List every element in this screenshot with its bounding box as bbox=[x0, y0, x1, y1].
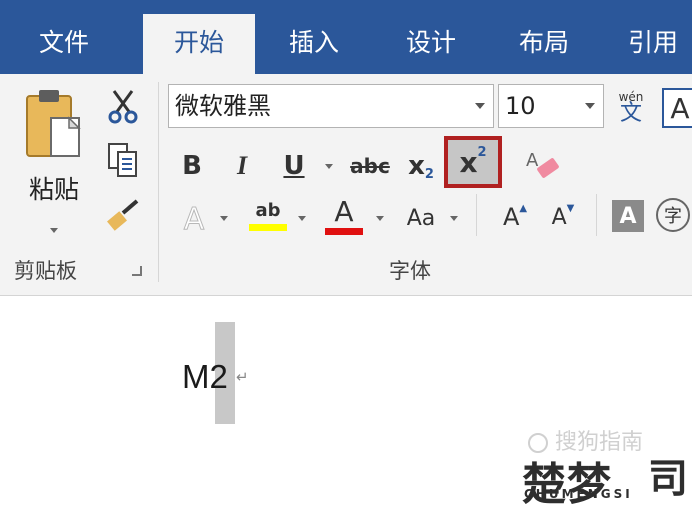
chevron-down-icon[interactable] bbox=[585, 103, 595, 109]
change-case-button[interactable]: Aa bbox=[400, 198, 442, 238]
bold-glyph: B bbox=[182, 151, 202, 181]
shrink-font-button[interactable]: A ▼ bbox=[546, 196, 580, 238]
tab-layout[interactable]: 布局 bbox=[498, 14, 590, 74]
text-effects-dropdown-arrow[interactable] bbox=[220, 216, 228, 221]
clear-formatting-button[interactable]: A bbox=[522, 144, 564, 186]
highlight-color-bar bbox=[249, 223, 287, 231]
subscript-base: x bbox=[408, 151, 425, 181]
ribbon-home: 粘贴 剪贴板 微软雅黑 10 wén 文 A B I U abc x 2 x 2… bbox=[0, 74, 692, 296]
highlight-glyph: ab bbox=[255, 199, 281, 221]
font-size-combobox[interactable]: 10 bbox=[498, 84, 604, 128]
change-case-glyph: Aa bbox=[406, 205, 436, 231]
paintbrush-icon bbox=[107, 199, 139, 231]
change-case-dropdown-arrow[interactable] bbox=[450, 216, 458, 221]
enclose-characters-button[interactable]: 字 bbox=[656, 198, 690, 232]
clipboard-icon bbox=[26, 90, 81, 157]
subscript-mark: 2 bbox=[424, 166, 434, 182]
grow-font-button[interactable]: A ▲ bbox=[498, 196, 532, 238]
italic-button[interactable]: I bbox=[226, 146, 258, 186]
tab-design[interactable]: 设计 bbox=[385, 14, 477, 74]
font-name-value: 微软雅黑 bbox=[175, 92, 271, 120]
character-shading-button[interactable]: A bbox=[612, 200, 644, 232]
tab-file[interactable]: 文件 bbox=[18, 14, 110, 74]
superscript-base: x bbox=[459, 145, 478, 179]
watermark-logo-sub: CHUMENGSI bbox=[524, 487, 633, 501]
font-size-value: 10 bbox=[505, 92, 536, 120]
font-color-dropdown-arrow[interactable] bbox=[376, 216, 384, 221]
clipboard-dialog-launcher-icon[interactable] bbox=[132, 266, 142, 276]
group-divider bbox=[158, 82, 159, 282]
group-divider bbox=[476, 194, 477, 236]
caret-up-icon: ▲ bbox=[519, 202, 528, 214]
grow-font-glyph: A bbox=[502, 203, 520, 231]
caret-down-icon: ▼ bbox=[566, 202, 575, 214]
tab-home[interactable]: 开始 bbox=[143, 14, 255, 74]
paste-button[interactable]: 粘贴 bbox=[12, 86, 96, 256]
text-effects-glyph: A bbox=[183, 201, 205, 237]
highlight-button[interactable]: ab bbox=[246, 194, 290, 238]
phonetic-guide-char: 文 bbox=[619, 101, 642, 126]
clipboard-group-label: 剪贴板 bbox=[14, 259, 77, 283]
copy-icon bbox=[108, 143, 137, 177]
bold-button[interactable]: B bbox=[176, 146, 208, 186]
font-name-combobox[interactable]: 微软雅黑 bbox=[168, 84, 494, 128]
highlight-dropdown-arrow[interactable] bbox=[298, 216, 306, 221]
tab-insert[interactable]: 插入 bbox=[268, 14, 360, 74]
document-text[interactable]: M2 bbox=[182, 358, 228, 396]
character-border-glyph: A bbox=[670, 91, 690, 125]
character-shading-glyph: A bbox=[619, 203, 637, 229]
superscript-button[interactable]: x 2 bbox=[444, 136, 502, 188]
paragraph-mark: ↵ bbox=[236, 368, 249, 386]
eraser-icon: A bbox=[526, 150, 559, 178]
font-color-bar bbox=[325, 227, 363, 235]
tab-references[interactable]: 引用 bbox=[616, 14, 692, 74]
shrink-font-glyph: A bbox=[551, 204, 567, 230]
chevron-down-icon[interactable] bbox=[475, 103, 485, 109]
strikethrough-glyph: abc bbox=[350, 154, 390, 178]
strikethrough-button[interactable]: abc bbox=[346, 146, 394, 186]
phonetic-guide-button[interactable]: wén 文 bbox=[612, 86, 650, 130]
underline-button[interactable]: U bbox=[278, 146, 310, 186]
subscript-button[interactable]: x 2 bbox=[402, 146, 440, 186]
format-painter-button[interactable] bbox=[104, 194, 142, 234]
svg-text:A: A bbox=[526, 150, 539, 171]
underline-dropdown-arrow[interactable] bbox=[325, 164, 333, 169]
cut-button[interactable] bbox=[104, 88, 142, 126]
group-divider bbox=[596, 194, 597, 236]
font-group-label: 字体 bbox=[389, 259, 431, 283]
scissors-icon bbox=[108, 90, 138, 124]
font-color-button[interactable]: A bbox=[322, 194, 366, 238]
text-effects-button[interactable]: A bbox=[176, 198, 212, 240]
character-border-button[interactable]: A bbox=[662, 88, 692, 128]
ribbon-tab-bar: 文件 开始 插入 设计 布局 引用 bbox=[0, 0, 692, 74]
font-color-glyph: A bbox=[334, 194, 354, 228]
watermark-logo-mark: 司 bbox=[648, 456, 688, 502]
superscript-mark: 2 bbox=[477, 144, 487, 160]
paste-label: 粘贴 bbox=[28, 175, 79, 204]
paste-dropdown-arrow[interactable] bbox=[50, 228, 58, 233]
italic-glyph: I bbox=[236, 151, 248, 180]
copy-button[interactable] bbox=[104, 140, 142, 180]
enclose-characters-glyph: 字 bbox=[664, 206, 682, 227]
underline-glyph: U bbox=[283, 151, 305, 181]
